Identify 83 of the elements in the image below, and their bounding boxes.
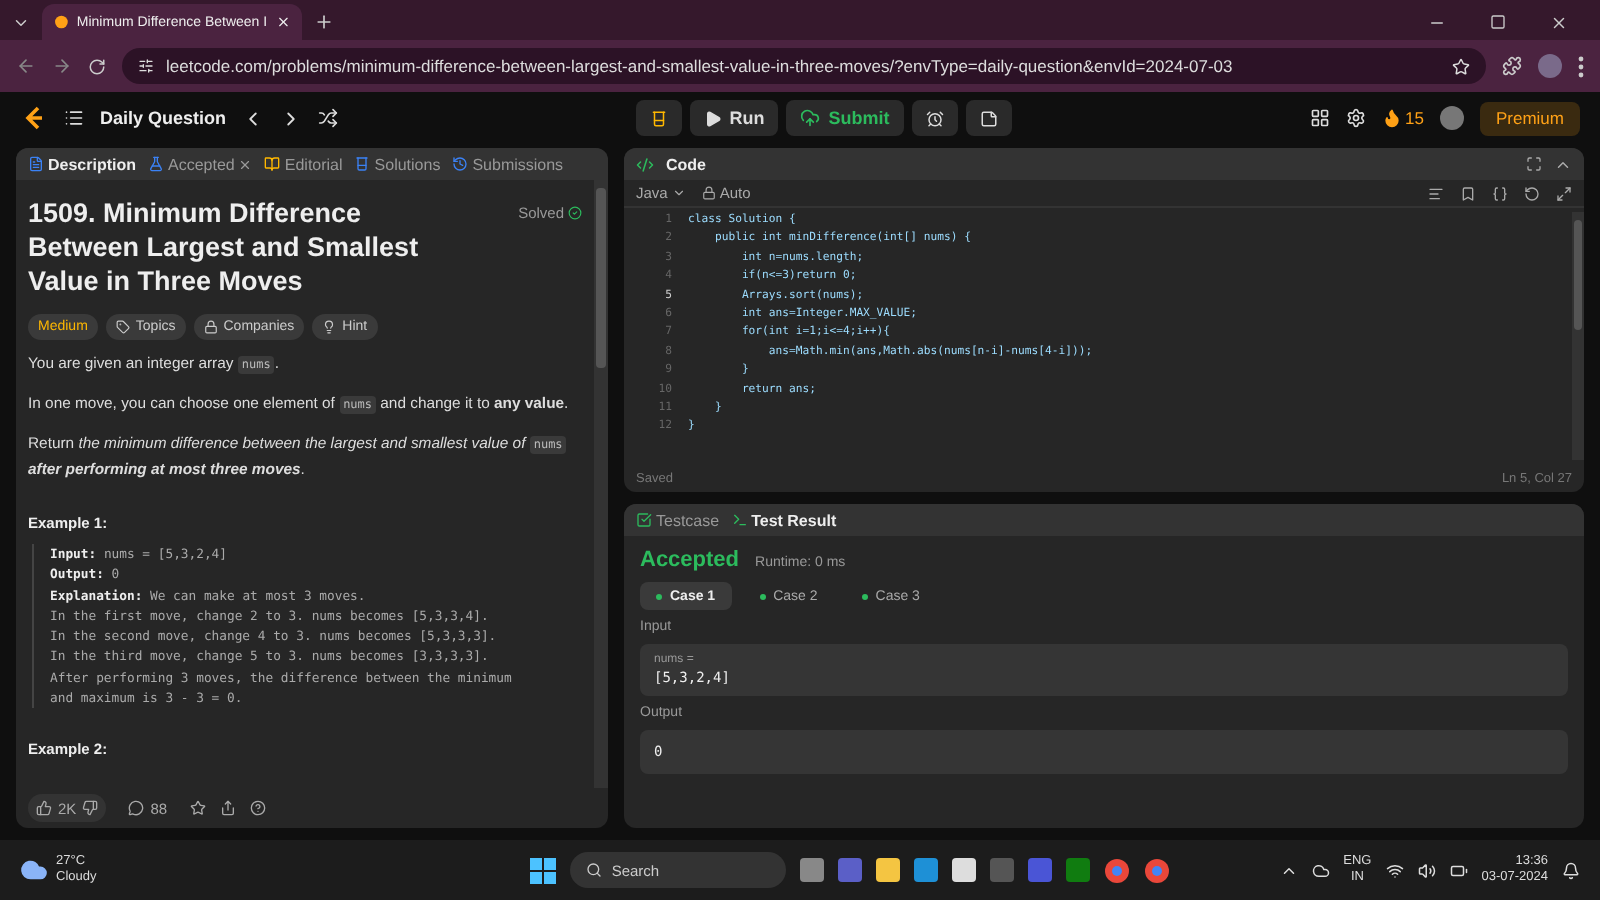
bookmark-icon[interactable] <box>1460 185 1476 201</box>
reset-icon[interactable] <box>1524 185 1540 201</box>
braces-icon[interactable] <box>1492 185 1508 201</box>
history-icon <box>452 156 469 172</box>
debug-button[interactable] <box>635 100 682 136</box>
comment-icon <box>128 800 145 816</box>
problem-title: 1509. Minimum Difference Between Largest and Smallest Value in Three Moves <box>28 196 421 298</box>
share-icon[interactable] <box>219 800 236 816</box>
beaker-icon <box>649 109 668 127</box>
play-icon <box>703 109 722 127</box>
volume-icon[interactable] <box>1417 861 1436 879</box>
avatar-icon[interactable] <box>1439 106 1464 130</box>
premium-button[interactable]: Premium <box>1479 101 1580 135</box>
shuffle-icon[interactable] <box>318 108 339 128</box>
streak-count: 15 <box>1405 108 1424 128</box>
panel-tab[interactable]: Solutions <box>354 155 441 173</box>
address-bar[interactable]: leetcode.com/problems/minimum-difference-between-largest-and-smallest-value-in-three-moves/?envType=daily-question&envId=2024-07-03 <box>122 48 1486 84</box>
extensions-icon[interactable] <box>1502 56 1522 76</box>
lock-icon <box>701 186 716 200</box>
verdict-text: Accepted <box>640 548 740 572</box>
submit-button[interactable]: Submit <box>786 100 904 136</box>
reload-icon[interactable] <box>88 57 106 75</box>
search-icon <box>585 862 602 878</box>
terminal-icon <box>731 512 748 528</box>
browser-icon[interactable] <box>1143 857 1170 883</box>
note-icon <box>979 109 998 127</box>
check-circle-icon <box>568 206 582 220</box>
browser-icon[interactable] <box>1103 857 1130 883</box>
expand-icon[interactable] <box>1556 185 1572 201</box>
panel-tab[interactable]: Accepted <box>148 155 253 173</box>
tag-icon <box>115 320 130 334</box>
alarm-icon <box>925 109 944 127</box>
beaker-icon <box>354 156 371 172</box>
battery-icon[interactable] <box>1449 861 1468 879</box>
document-icon <box>28 156 44 172</box>
forward-icon[interactable] <box>52 56 72 76</box>
panel-title: Code <box>666 155 708 173</box>
panel-tab[interactable]: Test Result <box>731 511 837 529</box>
scrollbar[interactable] <box>1572 212 1584 460</box>
alarm-button[interactable] <box>911 100 958 136</box>
lock-icon <box>203 320 218 334</box>
notes-button[interactable] <box>965 100 1012 136</box>
flame-icon <box>1381 108 1402 128</box>
chevron-down-icon <box>671 186 686 200</box>
page-title[interactable]: Daily Question <box>100 108 227 128</box>
help-icon[interactable] <box>249 800 266 816</box>
maximize-icon[interactable] <box>1490 14 1506 30</box>
notification-icon[interactable] <box>1562 861 1580 879</box>
upload-icon <box>800 108 821 128</box>
app-icon[interactable] <box>951 858 976 882</box>
close-icon[interactable] <box>1550 13 1568 31</box>
avatar-icon[interactable] <box>1538 54 1562 78</box>
panel-tab[interactable]: Editorial <box>264 155 343 173</box>
weather-cloud-icon[interactable] <box>20 856 48 884</box>
panel-tab[interactable]: Submissions <box>452 155 564 173</box>
fullscreen-icon[interactable] <box>1526 156 1542 172</box>
back-icon[interactable] <box>16 56 36 76</box>
favorite-icon[interactable] <box>189 800 206 816</box>
settings-icon[interactable] <box>1345 108 1366 128</box>
flask-icon <box>148 156 165 172</box>
site-settings-icon[interactable] <box>138 58 154 74</box>
code-icon <box>636 155 654 173</box>
new-tab-icon[interactable] <box>314 12 334 32</box>
checkbox-icon <box>636 512 652 528</box>
site-icon <box>54 14 69 30</box>
book-icon <box>264 156 281 172</box>
format-icon[interactable] <box>1428 185 1444 201</box>
panel-tab[interactable]: Testcase <box>636 511 720 529</box>
scrollbar[interactable] <box>594 180 608 788</box>
close-icon[interactable] <box>238 157 253 171</box>
run-button[interactable]: Run <box>689 100 779 136</box>
lightbulb-icon <box>322 320 337 334</box>
logo-icon[interactable] <box>20 104 48 132</box>
thumbs-up-icon <box>36 800 52 816</box>
cloud-icon[interactable] <box>1311 861 1330 879</box>
panel-tab[interactable]: Description <box>28 155 137 173</box>
more-icon[interactable] <box>1578 55 1584 77</box>
thumbs-down-icon[interactable] <box>82 800 99 816</box>
start-icon[interactable] <box>529 857 556 883</box>
grid-icon[interactable] <box>1309 108 1330 128</box>
list-icon[interactable] <box>64 108 84 128</box>
bookmark-star-icon[interactable] <box>1452 57 1470 75</box>
wifi-icon[interactable] <box>1385 861 1404 879</box>
